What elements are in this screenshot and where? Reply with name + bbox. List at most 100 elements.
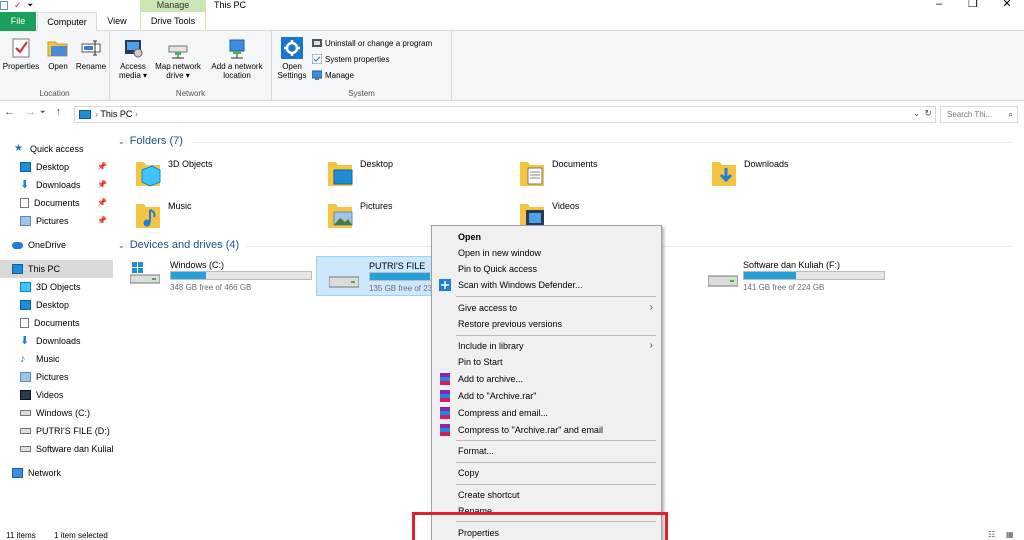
drive-software-f[interactable]: Software dan Kuliah (F:) 141 GB free of … bbox=[696, 258, 885, 294]
folder-desktop[interactable]: Desktop bbox=[306, 158, 486, 196]
close-icon[interactable]: ✕ bbox=[990, 0, 1024, 10]
menu-item-pin-quick-access[interactable]: Pin to Quick access bbox=[432, 261, 661, 277]
search-icon: ⌕ bbox=[1008, 110, 1013, 119]
menu-item-format[interactable]: Format... bbox=[432, 443, 661, 459]
properties-button[interactable]: Properties bbox=[2, 37, 40, 71]
sidebar-item-documents-pinned[interactable]: Documents 📌 bbox=[20, 194, 113, 212]
open-button[interactable]: Open bbox=[44, 37, 72, 71]
sidebar-item-pictures[interactable]: Pictures bbox=[20, 368, 113, 386]
sidebar-item-software-f[interactable]: Software dan Kuliah bbox=[20, 440, 113, 458]
sidebar-item-label: Quick access bbox=[30, 144, 84, 154]
uninstall-program-button[interactable]: Uninstall or change a program bbox=[312, 38, 432, 48]
window-title: This PC bbox=[214, 0, 247, 10]
sidebar-item-this-pc[interactable]: This PC bbox=[0, 260, 113, 278]
checkmark-icon[interactable]: ✓ bbox=[14, 1, 22, 10]
sidebar-item-onedrive[interactable]: OneDrive bbox=[12, 236, 113, 254]
search-input[interactable]: Search Thi... ⌕ bbox=[940, 106, 1018, 123]
minimize-icon[interactable]: – bbox=[922, 0, 956, 10]
system-group-label: System bbox=[348, 89, 375, 98]
menu-item-compress-email[interactable]: Compress and email... bbox=[432, 405, 661, 421]
dropdown-arrow-icon[interactable]: ⏷ bbox=[28, 1, 34, 10]
pin-icon: 📌 bbox=[97, 162, 107, 171]
menu-item-add-archive[interactable]: Add to archive... bbox=[432, 371, 661, 387]
rename-button[interactable]: Rename bbox=[74, 37, 108, 71]
folder-3d-objects[interactable]: 3D Objects bbox=[114, 158, 294, 196]
map-network-drive-button[interactable]: Map network drive ▾ bbox=[150, 37, 206, 80]
documents-folder-icon bbox=[520, 162, 544, 186]
winrar-icon bbox=[440, 373, 450, 385]
drives-section-header[interactable]: ⌄ Devices and drives (4) bbox=[118, 239, 239, 251]
properties-quick-icon[interactable] bbox=[0, 1, 8, 10]
sidebar-item-downloads[interactable]: ⬇ Downloads bbox=[20, 332, 113, 350]
add-network-location-button[interactable]: Add a network location bbox=[206, 37, 268, 80]
sidebar-item-quick-access[interactable]: ★ Quick access bbox=[14, 140, 127, 158]
tab-file[interactable]: File bbox=[0, 12, 36, 31]
drive-name: Software dan Kuliah (F:) bbox=[743, 260, 841, 270]
sidebar-item-label: Downloads bbox=[36, 180, 81, 190]
menu-item-scan-defender[interactable]: Scan with Windows Defender... bbox=[432, 277, 661, 293]
folder-downloads[interactable]: Downloads bbox=[690, 158, 870, 196]
sidebar-item-downloads-pinned[interactable]: ⬇ Downloads 📌 bbox=[20, 176, 113, 194]
collapse-chevron-icon[interactable]: ⌄ bbox=[118, 137, 125, 146]
menu-item-open[interactable]: Open bbox=[432, 229, 661, 245]
submenu-arrow-icon: › bbox=[649, 302, 653, 313]
manage-button[interactable]: Manage bbox=[312, 70, 354, 80]
folder-documents[interactable]: Documents bbox=[498, 158, 678, 196]
address-bar[interactable]: › This PC › ⌄ ↻ bbox=[74, 106, 936, 123]
sidebar-item-label: OneDrive bbox=[28, 240, 67, 250]
quick-access-toolbar: ✓ ⏷ bbox=[0, 0, 33, 11]
breadcrumb[interactable]: › This PC › bbox=[95, 109, 138, 119]
menu-item-copy[interactable]: Copy bbox=[432, 465, 661, 481]
back-arrow-icon[interactable]: ← bbox=[4, 106, 15, 120]
menu-item-create-shortcut[interactable]: Create shortcut bbox=[432, 487, 661, 503]
sidebar-item-videos[interactable]: Videos bbox=[20, 386, 113, 404]
drive-windows-c[interactable]: Windows (C:) 348 GB free of 466 GB bbox=[118, 258, 312, 294]
restore-icon[interactable]: ❐ bbox=[956, 0, 990, 10]
sidebar-item-putri-d[interactable]: PUTRI'S FILE (D:) bbox=[20, 422, 113, 440]
up-arrow-icon[interactable]: ↑ bbox=[56, 106, 62, 120]
menu-separator bbox=[456, 296, 656, 297]
tab-view[interactable]: View bbox=[98, 12, 136, 31]
menu-item-give-access[interactable]: Give access to › bbox=[432, 300, 661, 316]
open-settings-button[interactable]: Open Settings bbox=[274, 37, 310, 80]
folder-name: Downloads bbox=[744, 159, 789, 169]
sidebar-item-windows-c[interactable]: Windows (C:) bbox=[20, 404, 113, 422]
menu-item-add-archive-rar[interactable]: Add to "Archive.rar" bbox=[432, 388, 661, 404]
details-view-icon[interactable]: ☷ bbox=[988, 530, 995, 539]
collapse-chevron-icon[interactable]: ⌄ bbox=[118, 241, 125, 250]
sidebar-item-desktop-pinned[interactable]: Desktop 📌 bbox=[20, 158, 113, 176]
access-media-button[interactable]: Access media ▾ bbox=[116, 37, 150, 80]
address-dropdown-icon[interactable]: ⌄ bbox=[913, 108, 921, 119]
pin-icon: 📌 bbox=[97, 198, 107, 207]
tab-computer[interactable]: Computer bbox=[37, 12, 97, 32]
sidebar-item-label: Documents bbox=[34, 318, 80, 328]
folder-music[interactable]: Music bbox=[114, 200, 294, 238]
menu-item-restore-versions[interactable]: Restore previous versions bbox=[432, 316, 661, 332]
large-icons-view-icon[interactable]: ▦ bbox=[1006, 530, 1014, 539]
sidebar-item-music[interactable]: ♪ Music bbox=[20, 350, 113, 368]
menu-item-compress-rar-email[interactable]: Compress to "Archive.rar" and email bbox=[432, 422, 661, 438]
forward-arrow-icon[interactable]: → bbox=[25, 106, 36, 120]
sidebar-item-label: Downloads bbox=[36, 336, 81, 346]
sidebar-item-pictures-pinned[interactable]: Pictures 📌 bbox=[20, 212, 113, 230]
sidebar-item-label: Desktop bbox=[36, 162, 70, 172]
download-icon: ⬇ bbox=[20, 179, 30, 191]
menu-item-open-new-window[interactable]: Open in new window bbox=[432, 245, 661, 261]
system-properties-button[interactable]: System properties bbox=[312, 54, 389, 64]
recent-dropdown-icon[interactable]: ⏷ bbox=[40, 106, 46, 120]
menu-item-include-library[interactable]: Include in library › bbox=[432, 338, 661, 354]
menu-item-label: Add to archive... bbox=[458, 374, 524, 384]
menu-separator bbox=[456, 335, 656, 336]
sidebar-item-desktop[interactable]: Desktop bbox=[20, 296, 113, 314]
breadcrumb-this-pc[interactable]: This PC bbox=[100, 109, 132, 119]
system-group: Open Settings Uninstall or change a prog… bbox=[272, 31, 452, 101]
sidebar-item-documents[interactable]: Documents bbox=[20, 314, 113, 332]
sidebar-item-3d-objects[interactable]: 3D Objects bbox=[20, 278, 113, 296]
document-icon bbox=[20, 198, 29, 208]
menu-item-pin-start[interactable]: Pin to Start bbox=[432, 354, 661, 370]
sidebar-item-label: Software dan Kuliah bbox=[36, 444, 113, 454]
sidebar-item-network[interactable]: Network bbox=[12, 464, 113, 482]
folders-section-header[interactable]: ⌄ Folders (7) bbox=[118, 135, 183, 147]
drive-putri-d[interactable]: PUTRI'S FILE (D:) 135 GB free of 239 bbox=[316, 256, 436, 296]
refresh-icon[interactable]: ↻ bbox=[924, 108, 932, 119]
